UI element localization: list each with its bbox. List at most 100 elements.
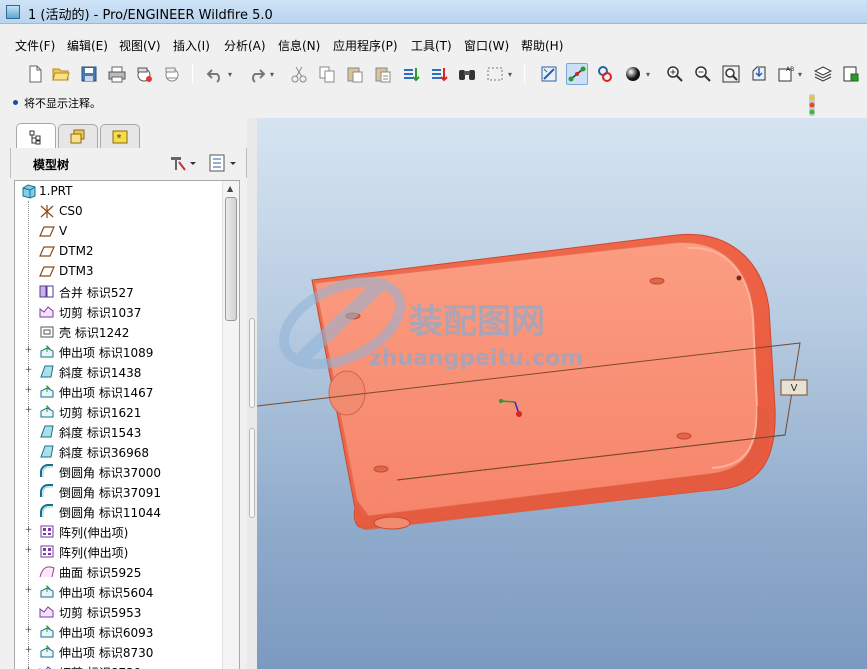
tree-item[interactable]: 曲面 标识5925 (15, 561, 223, 581)
tree-item[interactable]: DTM2 (15, 241, 223, 261)
reorient-icon[interactable] (748, 63, 770, 85)
expand-icon[interactable]: + (24, 406, 33, 416)
send-icon[interactable] (133, 63, 155, 85)
expand-icon[interactable]: + (24, 526, 33, 536)
tree-item-label: 切剪 标识1037 (59, 306, 142, 320)
splitter-grip-top[interactable] (249, 318, 255, 408)
tree-show-button[interactable] (209, 153, 239, 173)
tree-item[interactable]: DTM3 (15, 261, 223, 281)
expand-icon[interactable]: + (24, 646, 33, 656)
tree-item[interactable]: + 伸出项 标识6093 (15, 621, 223, 641)
tree-item[interactable]: 倒圆角 标识37000 (15, 461, 223, 481)
info-bullet-icon (13, 100, 18, 105)
tree-item-label: 1.PRT (39, 184, 73, 198)
tree-item[interactable]: + 斜度 标识1438 (15, 361, 223, 381)
tree-item[interactable]: + 阵列(伸出项) (15, 521, 223, 541)
tree-item[interactable]: + 切剪 标识1621 (15, 401, 223, 421)
layers-icon[interactable] (812, 63, 834, 85)
cut-icon[interactable] (288, 63, 310, 85)
shading-icon[interactable] (622, 63, 644, 85)
view-manager-icon[interactable] (840, 63, 862, 85)
tree-settings-button[interactable] (169, 153, 197, 173)
menu-insert[interactable]: 插入(I) (173, 37, 210, 54)
menu-view[interactable]: 视图(V) (119, 37, 161, 54)
expand-icon[interactable]: + (24, 626, 33, 636)
menu-analysis[interactable]: 分析(A) (224, 37, 266, 54)
round-icon (39, 464, 55, 479)
menu-help[interactable]: 帮助(H) (521, 37, 563, 54)
tab-folder-browser[interactable] (58, 124, 98, 148)
orient-icon[interactable] (594, 63, 616, 85)
panel-splitter[interactable] (247, 118, 257, 669)
zoom-in-icon[interactable] (664, 63, 686, 85)
new-icon[interactable] (24, 63, 46, 85)
model-tree-header: 模型树 (10, 148, 247, 178)
tree-item[interactable]: 切剪 标识1037 (15, 301, 223, 321)
save-icon[interactable] (78, 63, 100, 85)
regenerate-icon[interactable] (400, 63, 422, 85)
menu-tools[interactable]: 工具(T) (411, 37, 452, 54)
spin-center-icon[interactable] (566, 63, 588, 85)
tree-item-label: 倒圆角 标识37000 (59, 466, 161, 480)
open-icon[interactable] (50, 63, 72, 85)
print-icon[interactable] (106, 63, 128, 85)
tree-item[interactable]: 斜度 标识1543 (15, 421, 223, 441)
menu-info[interactable]: 信息(N) (278, 37, 320, 54)
tree-item[interactable]: +切剪 标识8739 (15, 661, 223, 669)
scroll-thumb[interactable] (225, 197, 237, 321)
tree-item[interactable]: + 伸出项 标识5604 (15, 581, 223, 601)
copy-icon[interactable] (316, 63, 338, 85)
cut-icon (39, 304, 55, 319)
expand-icon[interactable]: + (24, 586, 33, 596)
model-graphics: V (257, 233, 808, 530)
tab-favorites[interactable]: * (100, 124, 140, 148)
email-icon[interactable] (161, 63, 183, 85)
tree-root-item[interactable]: 1.PRT (15, 181, 223, 201)
tree-scrollbar[interactable]: ▲ (222, 181, 239, 669)
tree-item[interactable]: CS0 (15, 201, 223, 221)
part-icon (21, 184, 37, 199)
refit-icon[interactable] (720, 63, 742, 85)
redo-icon[interactable] (246, 63, 268, 85)
tab-model-tree[interactable] (16, 123, 56, 149)
tree-item-label: DTM2 (59, 244, 94, 258)
model-tree: 1.PRT CS0 V DTM2 DTM3 合并 标识527 切剪 标识1037 壳 标识12… (14, 180, 240, 669)
saved-views-icon[interactable]: AB (776, 63, 798, 85)
tree-item[interactable]: 斜度 标识36968 (15, 441, 223, 461)
protrusion-icon (39, 344, 55, 359)
tree-item[interactable]: + 伸出项 标识1467 (15, 381, 223, 401)
scroll-up-icon[interactable]: ▲ (227, 184, 233, 193)
undo-icon[interactable] (204, 63, 226, 85)
traffic-light-icon[interactable] (806, 94, 818, 116)
tree-item[interactable]: V (15, 221, 223, 241)
find-icon[interactable] (456, 63, 478, 85)
splitter-grip-bottom[interactable] (249, 428, 255, 518)
tree-item[interactable]: 切剪 标识5953 (15, 601, 223, 621)
tree-item-label: 伸出项 标识6093 (59, 626, 154, 640)
menu-file[interactable]: 文件(F) (15, 37, 55, 54)
graphics-window[interactable]: V 装配图网 zhuangpeitu.com (257, 118, 867, 669)
tree-item[interactable]: 壳 标识1242 (15, 321, 223, 341)
zoom-out-icon[interactable] (692, 63, 714, 85)
expand-icon[interactable]: + (24, 546, 33, 556)
menu-edit[interactable]: 编辑(E) (67, 37, 108, 54)
tree-item[interactable]: 倒圆角 标识11044 (15, 501, 223, 521)
tree-item[interactable]: + 伸出项 标识1089 (15, 341, 223, 361)
select-box-icon[interactable] (484, 63, 506, 85)
tree-item[interactable]: + 阵列(伸出项) (15, 541, 223, 561)
tree-item[interactable]: 倒圆角 标识37091 (15, 481, 223, 501)
protrusion-icon (39, 624, 55, 639)
tree-item[interactable]: + 伸出项 标识8730 (15, 641, 223, 661)
expand-icon[interactable]: + (24, 346, 33, 356)
model-slot-2 (649, 277, 665, 285)
regenerate-manager-icon[interactable] (428, 63, 450, 85)
datum-display-icon[interactable] (538, 63, 560, 85)
menu-applications[interactable]: 应用程序(P) (333, 37, 398, 54)
paste-icon[interactable] (344, 63, 366, 85)
title-bar: 1 (活动的) - Pro/ENGINEER Wildfire 5.0 (0, 0, 867, 24)
tree-item[interactable]: 合并 标识527 (15, 281, 223, 301)
expand-icon[interactable]: + (24, 386, 33, 396)
menu-window[interactable]: 窗口(W) (464, 37, 509, 54)
expand-icon[interactable]: + (24, 366, 33, 376)
paste-special-icon[interactable] (372, 63, 394, 85)
